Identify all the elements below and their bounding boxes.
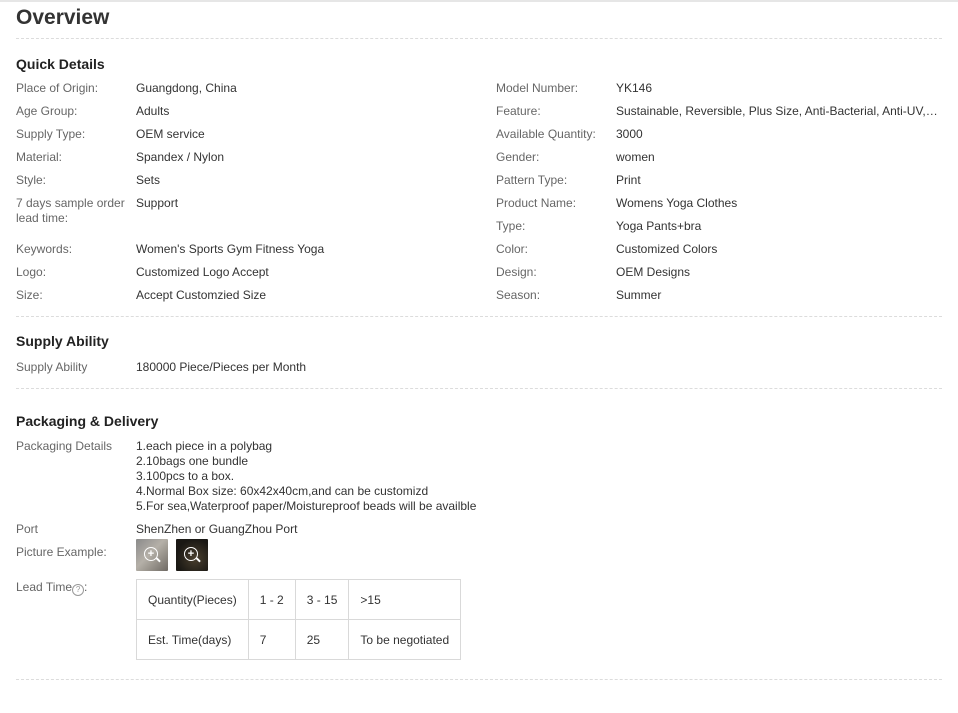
detail-label: Gender:	[496, 150, 540, 164]
packaging-line: 3.100pcs to a box.	[136, 469, 235, 483]
detail-value: Support	[136, 196, 179, 210]
quick-details-heading: Quick Details	[16, 56, 105, 72]
detail-label: Model Number:	[496, 81, 579, 95]
detail-label: Place of Origin:	[16, 81, 99, 95]
detail-value: Customized Colors	[616, 242, 718, 256]
table-cell: Est. Time(days)	[136, 619, 249, 660]
packaging-line: 5.For sea,Waterproof paper/Moistureproof…	[136, 499, 477, 513]
picture-thumbnail[interactable]: +	[176, 539, 208, 571]
detail-value: women	[616, 150, 655, 164]
detail-label: Material:	[16, 150, 63, 164]
section-divider	[16, 679, 942, 680]
detail-value: OEM service	[136, 127, 205, 141]
detail-value: Women's Sports Gym Fitness Yoga	[136, 242, 325, 256]
table-cell: 3 - 15	[294, 579, 350, 620]
detail-label: Color:	[496, 242, 529, 256]
detail-label: Feature:	[496, 104, 541, 118]
top-border	[0, 0, 958, 2]
detail-label: Keywords:	[16, 242, 73, 256]
packaging-line: 4.Normal Box size: 60x42x40cm,and can be…	[136, 484, 429, 498]
table-cell: To be negotiated	[348, 619, 462, 660]
detail-label: 7 days sample order lead time:	[16, 196, 125, 225]
table-cell: >15	[348, 579, 462, 620]
packaging-line: 1.each piece in a polybag	[136, 439, 273, 453]
detail-label: Product Name:	[496, 196, 577, 210]
detail-label: Design:	[496, 265, 537, 279]
detail-value: Print	[616, 173, 641, 187]
picture-example-label: Picture Example:	[16, 545, 107, 559]
detail-value: Sustainable, Reversible, Plus Size, Anti…	[616, 104, 938, 118]
lead-time-table: Quantity(Pieces) 1 - 2 3 - 15 >15 Est. T…	[136, 579, 462, 660]
zoom-handle	[196, 557, 201, 563]
detail-value: Summer	[616, 288, 662, 302]
detail-label: Supply Type:	[16, 127, 86, 141]
detail-value: Sets	[136, 173, 161, 187]
section-divider	[16, 388, 942, 389]
detail-label: Type:	[496, 219, 526, 233]
overview-panel: Overview Quick Details Place of Origin: …	[16, 4, 942, 713]
detail-label: Season:	[496, 288, 541, 302]
packaging-details-list: 1.each piece in a polybag 2.10bags one b…	[136, 439, 476, 514]
question-circle-icon[interactable]: ?	[72, 584, 85, 596]
lead-time-colon: :	[84, 580, 88, 594]
table-cell: Quantity(Pieces)	[136, 579, 249, 620]
lead-time-label-text: Lead Time	[16, 580, 73, 594]
supply-ability-value: 180000 Piece/Pieces per Month	[136, 360, 307, 374]
title-divider	[16, 38, 942, 39]
detail-label: Logo:	[16, 265, 47, 279]
detail-value: Guangdong, China	[136, 81, 237, 95]
port-value: ShenZhen or GuangZhou Port	[136, 522, 298, 536]
packaging-heading: Packaging & Delivery	[16, 413, 159, 429]
table-row: Quantity(Pieces) 1 - 2 3 - 15 >15	[136, 579, 462, 620]
lead-time-label: Lead Time?:	[16, 580, 87, 596]
detail-value: OEM Designs	[616, 265, 691, 279]
detail-value: YK146	[616, 81, 653, 95]
quick-details-grid: Place of Origin: Guangdong, China Age Gr…	[16, 81, 942, 343]
supply-ability-section: Supply Ability Supply Ability 180000 Pie…	[16, 333, 942, 423]
detail-label: Pattern Type:	[496, 173, 568, 187]
detail-value: 3000	[616, 127, 643, 141]
table-row: Est. Time(days) 7 25 To be negotiated	[136, 619, 462, 660]
section-divider	[16, 316, 942, 317]
detail-label: Size:	[16, 288, 43, 302]
table-cell: 1 - 2	[247, 579, 296, 620]
packaging-line: 2.10bags one bundle	[136, 454, 249, 468]
table-cell: 7	[247, 619, 296, 660]
detail-label: Style:	[16, 173, 47, 187]
detail-label: Available Quantity:	[496, 127, 596, 141]
table-cell: 25	[294, 619, 350, 660]
packaging-details-label: Packaging Details	[16, 439, 113, 453]
page-title: Overview	[16, 6, 110, 29]
zoom-handle	[156, 557, 161, 563]
packaging-delivery-section: Packaging & Delivery Packaging Details 1…	[16, 413, 942, 713]
detail-value: Womens Yoga Clothes	[616, 196, 738, 210]
supply-ability-label: Supply Ability	[16, 360, 88, 374]
detail-value: Adults	[136, 104, 170, 118]
port-label: Port	[16, 522, 39, 536]
detail-value: Yoga Pants+bra	[616, 219, 702, 233]
detail-value: Spandex / Nylon	[136, 150, 225, 164]
detail-label: Age Group:	[16, 104, 78, 118]
detail-value: Customized Logo Accept	[136, 265, 269, 279]
picture-thumbnail[interactable]: +	[136, 539, 168, 571]
supply-ability-heading: Supply Ability	[16, 333, 109, 349]
detail-value: Accept Customzied Size	[136, 288, 267, 302]
